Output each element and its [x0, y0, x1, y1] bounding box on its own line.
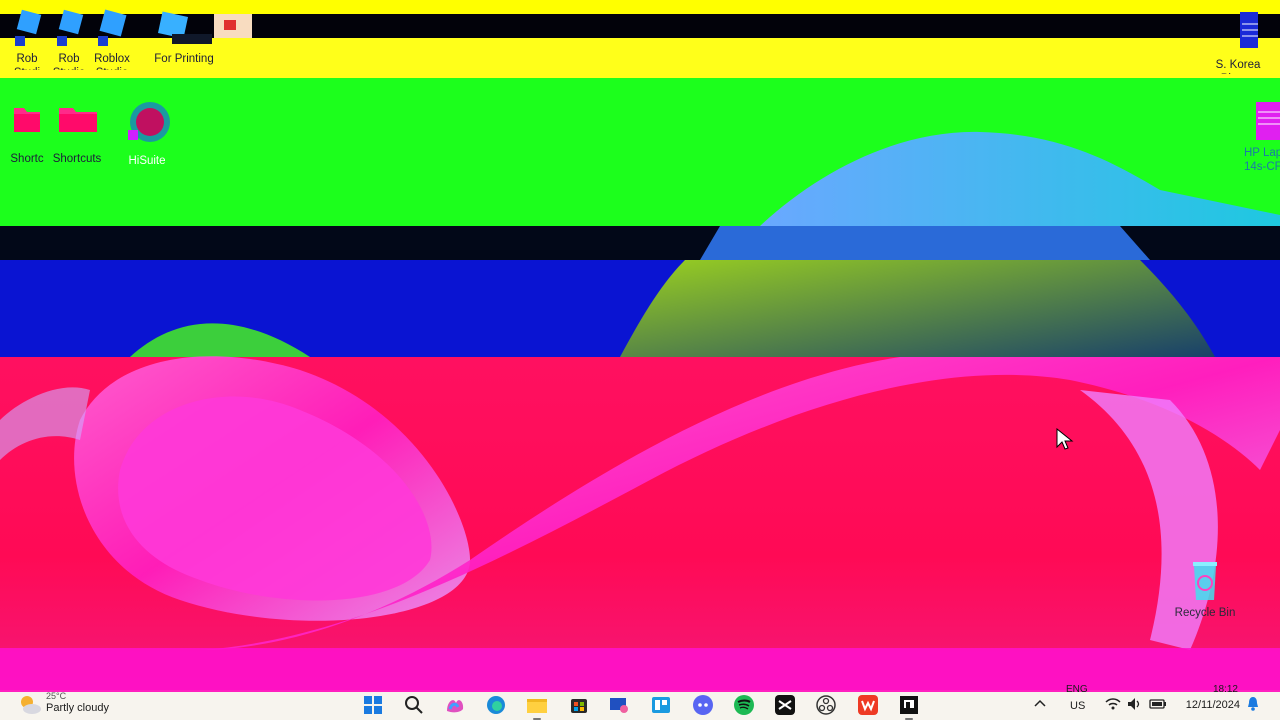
widgets-button[interactable]	[648, 694, 674, 716]
roblox-studio-icon	[98, 9, 127, 46]
clock-date: 12/11/2024	[1185, 699, 1240, 711]
store-icon	[571, 699, 587, 713]
desktop-icon-label: RobStudi	[14, 53, 40, 70]
wallpaper-wave	[0, 131, 1280, 650]
wps-icon	[858, 695, 878, 715]
clock-time: 18:12	[1212, 684, 1238, 695]
presentation-app-button[interactable]	[896, 694, 922, 720]
document-icon	[1240, 12, 1266, 48]
snipping-tool-button[interactable]	[606, 694, 632, 716]
bell-icon	[1248, 697, 1258, 711]
roblox-studio-icon	[15, 9, 42, 46]
file-explorer-button[interactable]	[524, 694, 550, 720]
desktop-icon-for-printing[interactable]: For Printing	[146, 6, 222, 66]
hisuite-icon	[128, 102, 170, 142]
clock[interactable]: 18:12 12/11/2024	[1176, 684, 1246, 720]
desktop-icon-label: HP Lap 14s-CF	[1244, 147, 1280, 173]
desktop-icon-label: HiSuite	[128, 155, 166, 167]
spotify-button[interactable]	[731, 694, 757, 716]
language-code: ENG	[1066, 684, 1088, 695]
windows-start-icon	[364, 696, 382, 714]
battery-icon	[1149, 699, 1166, 709]
search-button[interactable]	[401, 694, 427, 716]
edge-icon	[487, 696, 505, 714]
language-region: US	[1070, 700, 1086, 712]
quick-settings-button[interactable]	[1102, 694, 1170, 716]
volume-icon	[1128, 698, 1140, 710]
search-icon	[405, 696, 423, 714]
chevron-up-icon	[1034, 699, 1046, 707]
widgets-icon	[652, 697, 670, 713]
mouse-cursor	[1056, 428, 1074, 450]
weather-temp: 25°C	[46, 691, 67, 701]
desktop-icon-hisuite[interactable]: HiSuite	[120, 100, 174, 168]
desktop-icon-label: S. KoreaPlaces	[1215, 59, 1261, 74]
desktop-icon-shortcuts-2[interactable]: Shortcuts	[50, 100, 104, 166]
start-button[interactable]	[360, 694, 386, 716]
folder-icon	[59, 108, 97, 132]
spotify-icon	[734, 695, 754, 715]
store-button[interactable]	[566, 694, 592, 716]
folder-icon	[157, 11, 212, 44]
desktop-icon-roblox-studio-2[interactable]: RobStudio	[50, 6, 88, 70]
desktop-icon-s-korea-places[interactable]: S. KoreaPlaces	[1200, 10, 1276, 74]
wifi-icon	[1105, 698, 1121, 710]
taskbar: 25°C Partly cloudy ENG US 18:12 12/11/20…	[0, 684, 1280, 720]
discord-button[interactable]	[690, 694, 716, 716]
recycle-bin-icon	[1193, 562, 1217, 600]
presentation-icon	[900, 696, 918, 714]
capcut-button[interactable]	[772, 694, 798, 716]
partly-cloudy-icon	[21, 696, 41, 714]
desktop-icon-hp-laptop[interactable]: HP Lap 14s-CF	[1236, 100, 1280, 174]
file-explorer-icon	[527, 699, 547, 713]
desktop-icon-roblox-studio-1[interactable]: RobStudi	[8, 6, 46, 70]
document-icon	[1256, 102, 1280, 140]
desktop-icon-label: Shortc	[10, 153, 44, 165]
desktop-icon-label: RobloxStudio	[94, 53, 130, 70]
desktop-icon-roblox-studio-3[interactable]: RobloxStudio	[90, 6, 134, 70]
copilot-button[interactable]	[442, 694, 468, 716]
folder-icon	[14, 108, 40, 132]
desktop-icon-label: Recycle Bin	[1174, 607, 1236, 619]
desktop-icon-recycle-bin[interactable]: Recycle Bin	[1172, 556, 1238, 620]
snipping-tool-icon	[610, 698, 628, 713]
language-indicator[interactable]: ENG US	[1060, 684, 1094, 720]
glitch-band-magenta	[0, 648, 1280, 690]
desktop-icon-label: Shortcuts	[52, 153, 102, 165]
notifications-button[interactable]	[1246, 696, 1262, 714]
wps-office-button[interactable]	[855, 694, 881, 716]
capcut-icon	[775, 695, 795, 715]
obs-icon	[816, 695, 836, 715]
weather-widget[interactable]: 25°C Partly cloudy	[18, 691, 128, 718]
obs-button[interactable]	[813, 694, 839, 716]
desktop-icon-label: For Printing	[154, 53, 214, 65]
copilot-icon	[447, 700, 464, 713]
discord-icon	[693, 695, 713, 715]
pdf-file-icon[interactable]	[214, 14, 252, 38]
show-hidden-icons-button[interactable]	[1032, 696, 1050, 714]
edge-button[interactable]	[483, 694, 509, 716]
roblox-studio-icon	[57, 9, 84, 46]
desktop-icon-shortcuts-1[interactable]: Shortc	[6, 100, 48, 166]
weather-condition: Partly cloudy	[46, 702, 109, 714]
desktop-icon-label: RobStudio	[53, 53, 86, 70]
